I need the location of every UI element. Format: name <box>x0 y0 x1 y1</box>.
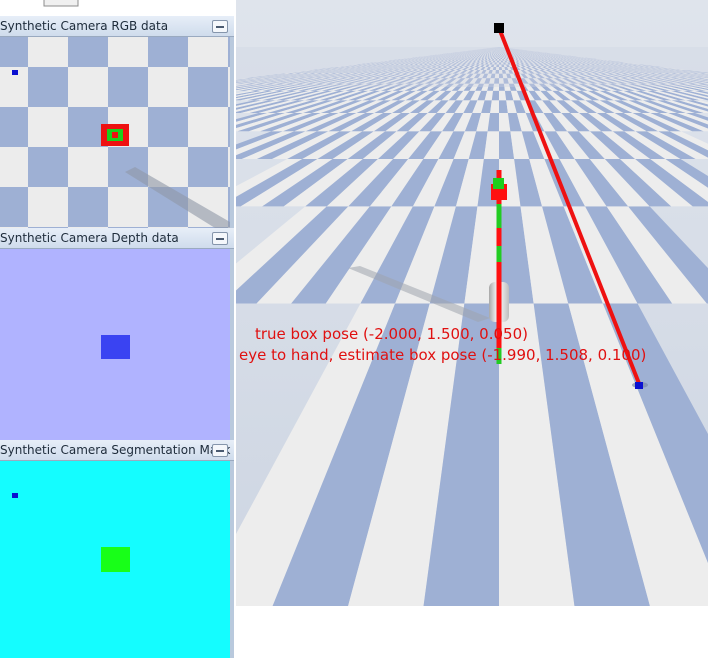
viewport-bottom-margin <box>236 606 708 658</box>
simulation-viewport[interactable]: true box pose (-2.000, 1.500, 0.050) eye… <box>0 0 708 658</box>
